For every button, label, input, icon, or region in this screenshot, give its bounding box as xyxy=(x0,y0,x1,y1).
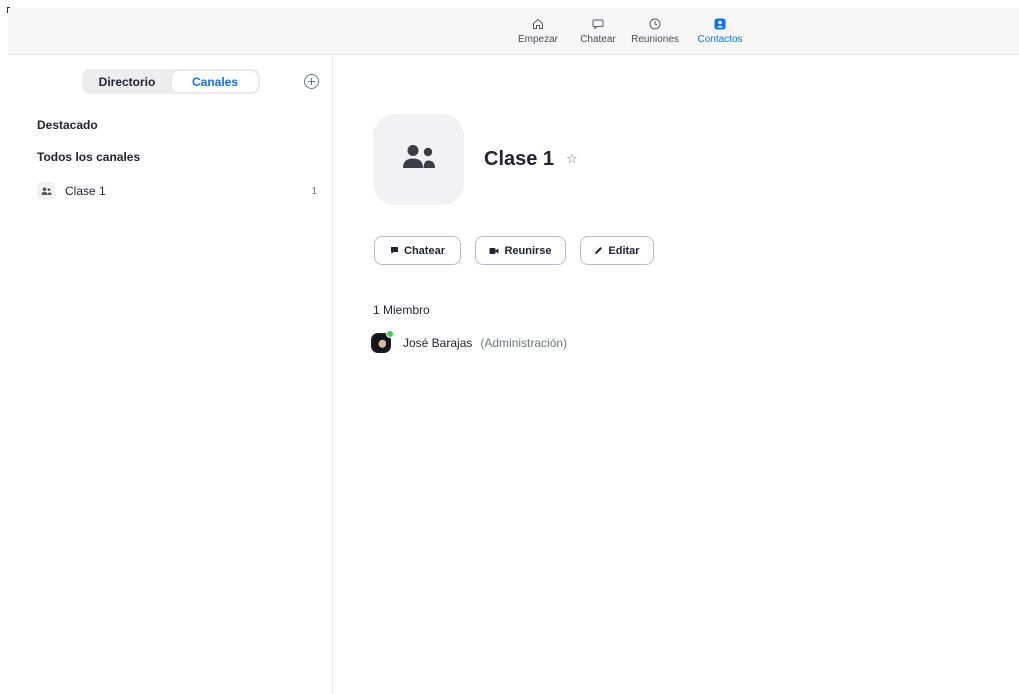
nav-label: Chatear xyxy=(580,34,616,45)
members-count: 1 Miembro xyxy=(373,303,430,317)
star-icon[interactable]: ☆ xyxy=(566,151,578,167)
video-camera-icon xyxy=(489,247,499,255)
chat-button[interactable]: Chatear xyxy=(374,236,461,265)
nav-empezar[interactable]: Empezar xyxy=(508,8,568,55)
edit-button-label: Editar xyxy=(608,244,640,257)
nav-label: Reuniones xyxy=(631,34,679,45)
member-name: José Barajas xyxy=(403,336,473,350)
home-icon xyxy=(532,18,544,30)
group-icon xyxy=(37,182,55,200)
channel-member-count: 1 xyxy=(311,185,317,197)
pencil-icon xyxy=(594,246,603,255)
chat-bubble-icon xyxy=(390,246,399,255)
add-channel-plus-icon[interactable] xyxy=(304,74,319,89)
channel-name: Clase 1 xyxy=(65,184,106,198)
tab-canales[interactable]: Canales xyxy=(172,71,258,92)
nav-label: Empezar xyxy=(517,34,558,45)
nav-contactos[interactable]: Contactos xyxy=(690,8,750,55)
section-todos-los-canales[interactable]: Todos los canales xyxy=(37,150,140,164)
member-role: (Administración) xyxy=(480,336,568,350)
sidebar: Directorio Canales Destacado Todos los c… xyxy=(8,56,333,694)
nav-chatear[interactable]: Chatear xyxy=(568,8,628,55)
member-row[interactable]: José Barajas (Administración) xyxy=(371,328,567,358)
channel-avatar xyxy=(373,114,464,205)
clock-icon xyxy=(649,18,661,30)
avatar xyxy=(371,330,394,353)
group-icon xyxy=(402,144,436,175)
channel-detail-panel: Clase 1 ☆ Chatear Reunirse Editar 1 Miem… xyxy=(334,56,1019,694)
section-destacado[interactable]: Destacado xyxy=(37,118,98,132)
edit-button[interactable]: Editar xyxy=(580,236,654,265)
meet-button[interactable]: Reunirse xyxy=(475,236,566,265)
page-title: Clase 1 xyxy=(484,148,555,170)
contacts-icon xyxy=(714,18,726,30)
meet-button-label: Reunirse xyxy=(504,244,552,257)
directory-channels-toggle: Directorio Canales xyxy=(82,69,260,94)
tab-directorio[interactable]: Directorio xyxy=(84,71,170,92)
nav-reuniones[interactable]: Reuniones xyxy=(625,8,685,55)
sidebar-item-clase-1[interactable]: Clase 1 1 xyxy=(29,179,325,203)
chat-bubble-icon xyxy=(592,18,604,30)
chat-button-label: Chatear xyxy=(404,244,445,257)
online-status-icon xyxy=(386,330,394,338)
top-navigation-bar: Empezar Chatear Reuniones Contactos xyxy=(8,8,1019,55)
nav-label: Contactos xyxy=(697,34,743,45)
